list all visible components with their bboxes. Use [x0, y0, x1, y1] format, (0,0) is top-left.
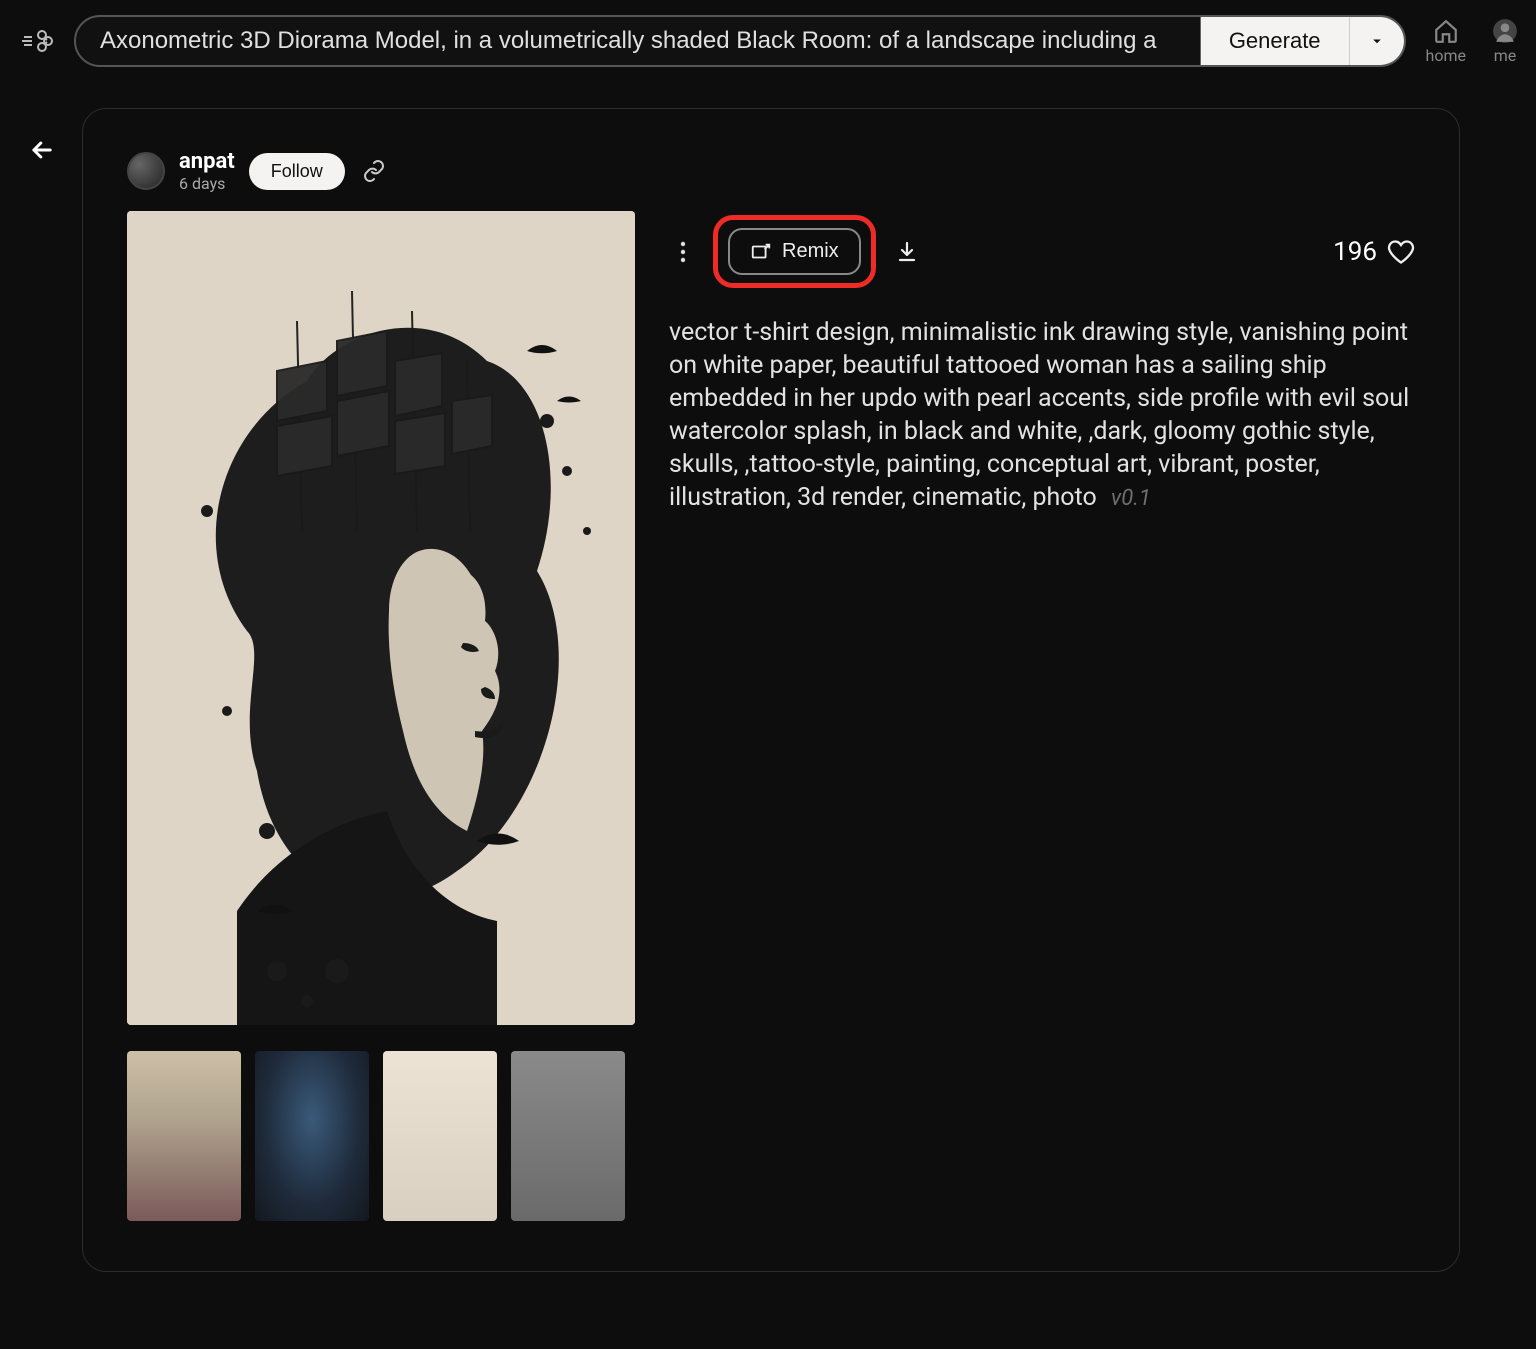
nav-home-label: home: [1426, 46, 1466, 65]
thumbnail-4[interactable]: [511, 1051, 625, 1221]
artwork-preview: [127, 211, 635, 1025]
link-icon: [362, 159, 386, 183]
main-image[interactable]: [127, 211, 635, 1025]
post-card: anpat 6 days Follow: [82, 108, 1460, 1272]
prompt-input[interactable]: [76, 17, 1200, 65]
post-time: 6 days: [179, 174, 235, 193]
home-icon: [1433, 18, 1459, 44]
more-options-button[interactable]: [669, 240, 697, 264]
prompt-search-group: Generate: [74, 15, 1406, 67]
kebab-icon: [680, 240, 686, 264]
nav-home[interactable]: home: [1426, 18, 1466, 65]
nav-me-label: me: [1494, 46, 1517, 65]
thumbnail-strip: [127, 1051, 635, 1221]
remix-highlight: Remix: [713, 215, 876, 288]
avatar-icon: [1492, 18, 1518, 44]
download-button[interactable]: [892, 240, 922, 264]
like-count: 196: [1333, 237, 1377, 267]
download-icon: [895, 240, 919, 264]
brand-logo[interactable]: [18, 23, 54, 59]
version-tag: v0.1: [1111, 486, 1151, 511]
remix-button[interactable]: Remix: [728, 228, 861, 275]
generate-button[interactable]: Generate: [1200, 17, 1349, 65]
follow-button[interactable]: Follow: [249, 153, 345, 190]
chevron-down-icon: [1368, 32, 1386, 50]
heart-icon: [1387, 238, 1415, 266]
thumbnail-3[interactable]: [383, 1051, 497, 1221]
remix-label: Remix: [782, 240, 839, 263]
thumbnail-2[interactable]: [255, 1051, 369, 1221]
thumbnail-1[interactable]: [127, 1051, 241, 1221]
generate-dropdown[interactable]: [1349, 17, 1404, 65]
prompt-text: vector t-shirt design, minimalistic ink …: [669, 316, 1415, 514]
arrow-left-icon: [28, 136, 56, 164]
author-avatar[interactable]: [127, 152, 165, 190]
copy-link-button[interactable]: [359, 156, 389, 186]
like-count-group[interactable]: 196: [1333, 237, 1415, 267]
nav-me[interactable]: me: [1492, 18, 1518, 65]
back-button[interactable]: [22, 130, 62, 170]
author-name[interactable]: anpat: [179, 149, 235, 174]
remix-icon: [750, 241, 772, 263]
